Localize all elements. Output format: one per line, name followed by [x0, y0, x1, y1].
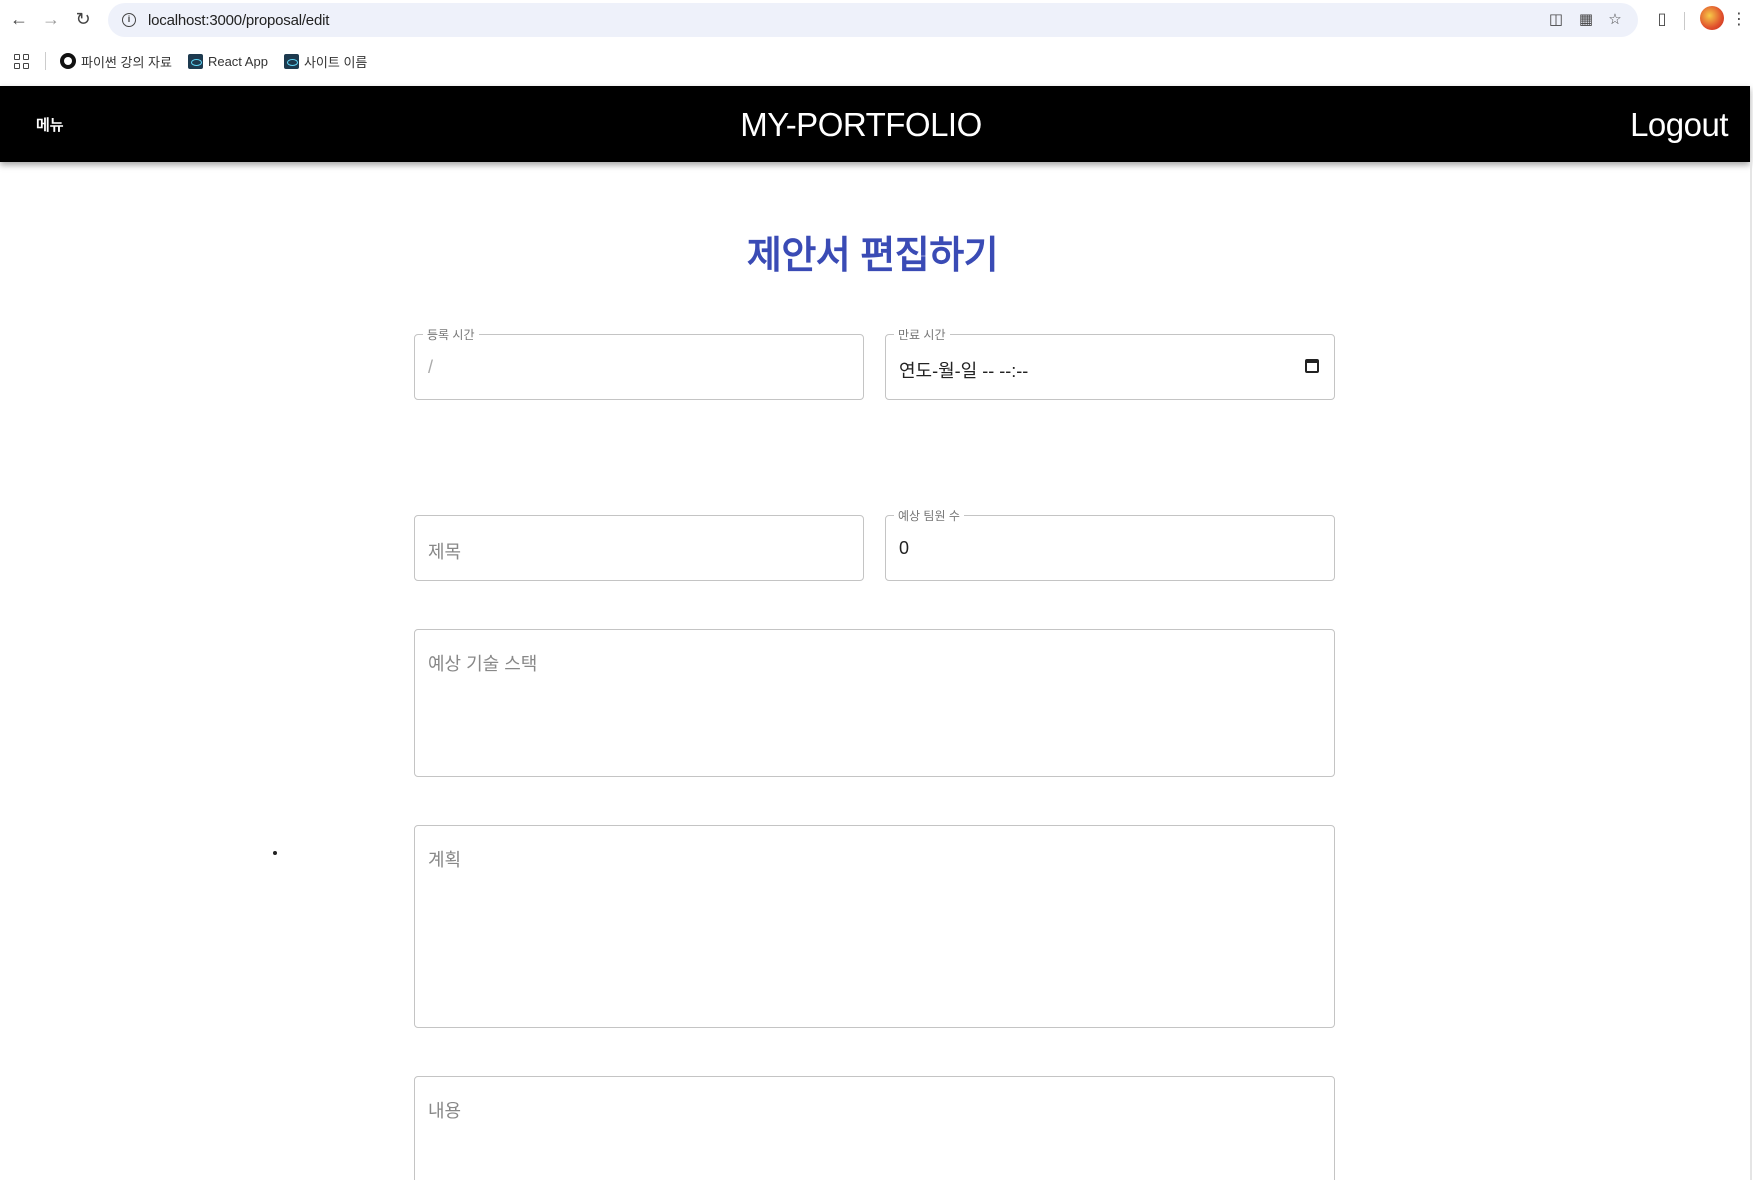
- back-icon[interactable]: ←: [6, 6, 32, 32]
- logout-button[interactable]: Logout: [1630, 106, 1728, 144]
- github-icon: [60, 53, 76, 69]
- calendar-icon[interactable]: [1305, 359, 1319, 373]
- apps-grid-icon[interactable]: [14, 53, 29, 69]
- browser-toolbar: ← → ↻ i localhost:3000/proposal/edit ◫ ▦…: [0, 0, 1753, 40]
- bookmark-site-name[interactable]: 사이트 이름: [283, 52, 368, 71]
- plan-field[interactable]: 계획: [414, 825, 1335, 1028]
- team-size-field[interactable]: 예상 팀원 수 0: [885, 507, 1335, 581]
- app-title: MY-PORTFOLIO: [740, 106, 982, 143]
- react-icon: [187, 53, 203, 69]
- field-label: 예상 팀원 수: [894, 507, 964, 524]
- title-field[interactable]: 제목: [414, 515, 864, 581]
- end-time-value: 연도-월-일 -- --:--: [899, 361, 1029, 381]
- bookmark-label: 사이트 이름: [303, 54, 368, 70]
- profile-avatar[interactable]: [1700, 6, 1724, 30]
- reload-icon[interactable]: ↻: [70, 6, 96, 32]
- bookmarks-divider: [45, 52, 46, 70]
- extensions-icon[interactable]: ▯: [1650, 7, 1674, 31]
- bookmark-react-app[interactable]: React App: [187, 53, 268, 69]
- toolbar-divider: [1684, 12, 1685, 30]
- stray-dot: [273, 851, 277, 855]
- site-info-icon[interactable]: i: [122, 13, 136, 27]
- team-size-value: 0: [899, 538, 910, 558]
- app-header: 메뉴 MY-PORTFOLIO Logout: [0, 86, 1750, 162]
- end-time-field[interactable]: 만료 시간 연도-월-일 -- --:--: [885, 326, 1335, 400]
- bookmark-star-icon[interactable]: ☆: [1605, 9, 1625, 29]
- bookmark-python-lectures[interactable]: 파이썬 강의 자료: [60, 52, 172, 71]
- tech-stack-field[interactable]: 예상 기술 스택: [414, 629, 1335, 777]
- field-label: 등록 시간: [423, 326, 479, 343]
- tech-stack-placeholder: 예상 기술 스택: [428, 654, 538, 674]
- field-label: 만료 시간: [894, 326, 950, 343]
- forward-icon[interactable]: →: [38, 6, 64, 32]
- address-bar[interactable]: i localhost:3000/proposal/edit: [108, 3, 1638, 37]
- bookmarks-bar: 파이썬 강의 자료 React App 사이트 이름: [0, 42, 1753, 80]
- title-placeholder: 제목: [428, 542, 462, 562]
- scrollbar-track[interactable]: [1750, 162, 1752, 1180]
- react-icon: [283, 53, 299, 69]
- registered-time-field[interactable]: 등록 시간 /: [414, 326, 864, 400]
- page-title: 제안서 편집하기: [746, 235, 999, 277]
- content-field[interactable]: 내용: [414, 1076, 1335, 1180]
- translate-icon[interactable]: ▦: [1576, 9, 1596, 29]
- bookmark-label: 파이썬 강의 자료: [81, 54, 172, 70]
- plan-placeholder: 계획: [428, 850, 462, 870]
- url-text[interactable]: localhost:3000/proposal/edit: [148, 12, 329, 29]
- content-placeholder: 내용: [428, 1101, 462, 1121]
- more-menu-icon[interactable]: ⋮: [1731, 7, 1747, 31]
- bookmark-label: React App: [207, 53, 268, 69]
- registered-time-value: /: [428, 357, 434, 377]
- install-app-icon[interactable]: ◫: [1546, 9, 1566, 29]
